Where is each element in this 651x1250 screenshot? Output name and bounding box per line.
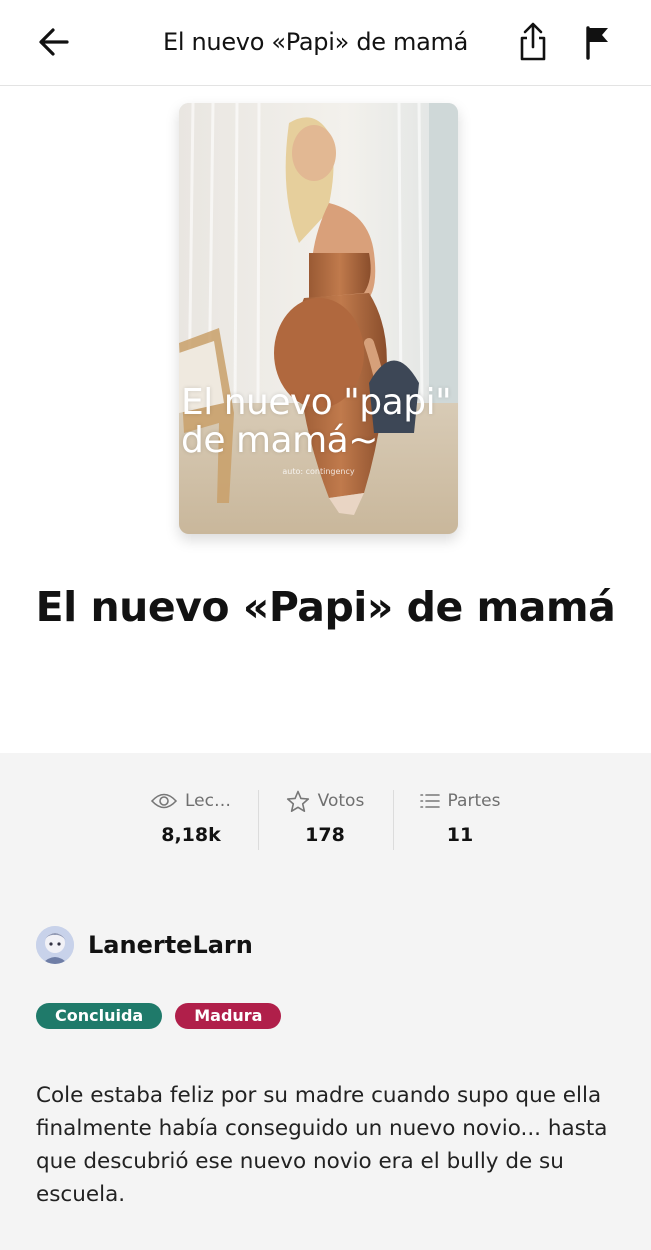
stats-divider (258, 790, 259, 850)
avatar-image (36, 926, 74, 964)
tag-mature[interactable]: Madura (175, 1003, 282, 1029)
arrow-left-icon (39, 28, 69, 56)
stat-parts: Partes 11 (395, 784, 525, 846)
tag-completed[interactable]: Concluida (36, 1003, 163, 1029)
stats-divider (393, 790, 394, 850)
header-title: El nuevo «Papi» de mamá (162, 28, 469, 56)
share-button[interactable] (513, 22, 553, 62)
share-icon (520, 22, 546, 61)
stat-parts-label: Partes (447, 791, 501, 811)
avatar[interactable] (36, 926, 74, 964)
back-button[interactable] (34, 22, 74, 62)
star-icon (286, 790, 309, 812)
stat-reads-label: Lec… (185, 791, 231, 811)
flag-icon (586, 26, 608, 60)
stat-votes: Votos 178 (260, 784, 390, 846)
stat-reads: Lec… 8,18k (126, 784, 256, 846)
cover-overlay-text: El nuevo "papi" de mamá~ (181, 382, 452, 461)
story-header-section: El nuevo «Papi» de mamá auto: contingenc… (0, 0, 651, 753)
stat-votes-label: Votos (317, 791, 365, 811)
author-name[interactable]: LanerteLarn (88, 931, 253, 959)
story-cover-image[interactable]: auto: contingency El nuevo "papi" de mam… (179, 103, 458, 534)
author-row[interactable]: LanerteLarn (36, 926, 253, 964)
story-description: Cole estaba feliz por su madre cuando su… (36, 1083, 608, 1207)
stat-parts-value: 11 (446, 824, 474, 846)
list-icon (419, 794, 440, 808)
story-tags: Concluida Madura (36, 1003, 282, 1029)
story-title: El nuevo «Papi» de mamá (35, 583, 616, 631)
eye-icon (151, 793, 177, 809)
stat-votes-value: 178 (305, 824, 345, 846)
stat-reads-value: 8,18k (161, 824, 221, 846)
story-stats: Lec… 8,18k Votos 178 Partes 11 (0, 784, 651, 854)
top-bar: El nuevo «Papi» de mamá (0, 0, 651, 86)
cover-watermark: auto: contingency (282, 467, 355, 476)
report-button[interactable] (577, 22, 617, 62)
